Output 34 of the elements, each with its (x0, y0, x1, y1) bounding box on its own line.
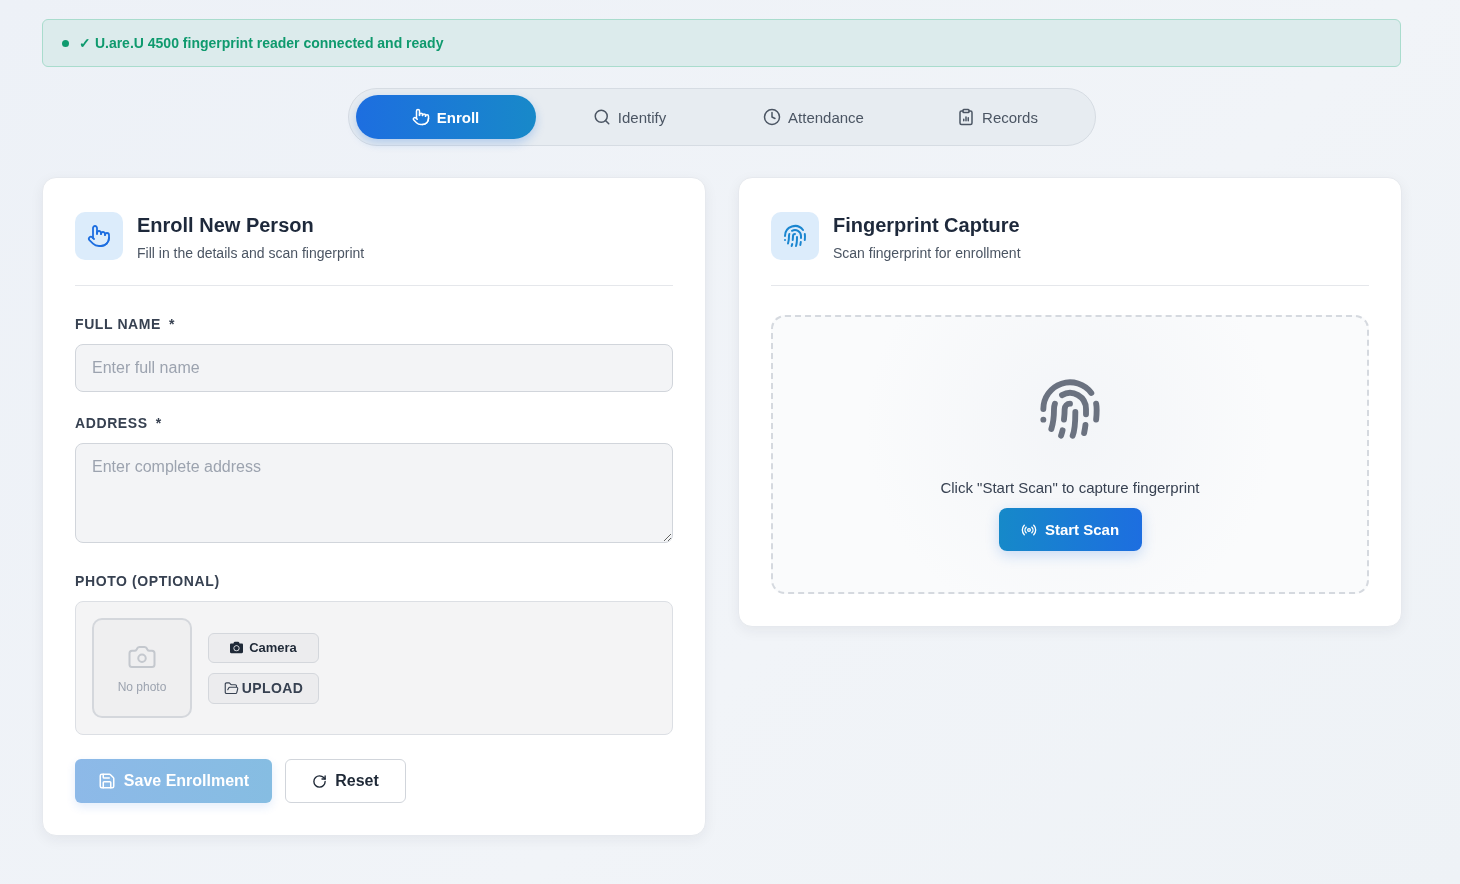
clock-icon (763, 108, 782, 126)
clipboard-chart-icon (957, 108, 976, 126)
save-icon (97, 772, 116, 790)
tab[interactable]: Attendance (723, 95, 904, 139)
hand-pointer-icon (411, 108, 430, 126)
card-title: Enroll New Person (137, 213, 315, 237)
no-photo-text: No photo (117, 680, 167, 694)
status-dot-icon (62, 39, 69, 47)
camera-icon (230, 641, 244, 654)
hand-pointer-icon (75, 212, 123, 260)
fingerprint-icon (1038, 377, 1102, 441)
search-icon (592, 108, 611, 126)
card-subtitle: Scan fingerprint for enrollment (833, 244, 1021, 262)
required-mark: * (169, 315, 175, 333)
upload-button[interactable]: UPLOAD (208, 672, 319, 704)
start-scan-button[interactable]: Start Scan (998, 508, 1142, 551)
scan-prompt: Click "Start Scan" to capture fingerprint (940, 479, 1200, 497)
name-field[interactable]: Enter full name (75, 344, 673, 392)
fingerprint-icon (771, 212, 819, 260)
status-message: ✓ U.are.U 4500 fingerprint reader connected and ready (79, 35, 444, 51)
address-field[interactable]: Enter complete address (75, 443, 673, 543)
required-mark: * (155, 414, 162, 432)
field-label: FULL NAME (75, 315, 162, 333)
field-label: PHOTO (OPTIONAL) (75, 572, 220, 590)
tab[interactable]: Enroll (355, 95, 536, 139)
reset-icon (312, 773, 328, 789)
card-title: Fingerprint Capture (833, 213, 1021, 237)
reset-button[interactable]: Reset (285, 759, 406, 803)
field-label: ADDRESS (75, 414, 148, 432)
camera-button[interactable]: Camera (208, 632, 319, 663)
folder-icon (223, 680, 239, 696)
card-subtitle: Fill in the details and scan fingerprint (137, 244, 365, 262)
tab[interactable]: Records (907, 95, 1088, 139)
tab[interactable]: Identify (539, 95, 720, 139)
